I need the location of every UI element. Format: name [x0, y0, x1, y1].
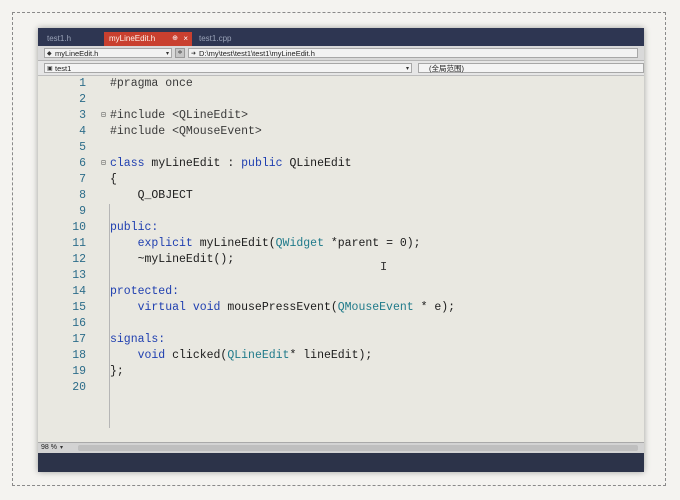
code-line: 18 void clicked(QLineEdit* lineEdit);	[38, 348, 644, 364]
code-line: 1 #pragma once	[38, 76, 644, 92]
code-text: signals:	[110, 333, 166, 346]
project-icon: ▣	[47, 66, 53, 72]
code-text: {	[110, 173, 117, 186]
line-number: 13	[72, 269, 86, 282]
project-select[interactable]: ▣ test1 ▾	[44, 63, 412, 73]
chevron-down-icon[interactable]: ▾	[60, 443, 63, 453]
code-line: 8 Q_OBJECT	[38, 188, 644, 204]
code-text: #pragma once	[110, 77, 193, 90]
line-number: 9	[79, 205, 86, 218]
line-number: 19	[72, 365, 86, 378]
code-text: ~myLineEdit();	[110, 253, 235, 266]
arrow-right-icon: ➜	[191, 51, 197, 57]
code-text: void clicked(QLineEdit* lineEdit);	[110, 349, 373, 362]
code-line: 19 };	[38, 364, 644, 380]
code-line: 13	[38, 268, 644, 284]
code-line: 10 public:	[38, 220, 644, 236]
path-select[interactable]: ➜ D:\my\test\test1\test1\myLineEdit.h	[188, 48, 638, 58]
code-editor[interactable]: 1 #pragma once 2 3 ⊟ #include <QLineEdit…	[38, 76, 644, 442]
tab-mylineedit-h[interactable]: myLineEdit.h ⊕ ×	[104, 32, 192, 46]
fold-icon[interactable]: ⊟	[101, 156, 106, 172]
code-line: 17 signals:	[38, 332, 644, 348]
line-number: 12	[72, 253, 86, 266]
line-number: 18	[72, 349, 86, 362]
line-number: 11	[72, 237, 86, 250]
code-line: 6 ⊟ class myLineEdit : public QLineEdit	[38, 156, 644, 172]
line-number: 20	[72, 381, 86, 394]
code-text: };	[110, 365, 124, 378]
code-text: explicit myLineEdit(QWidget *parent = 0)…	[110, 237, 421, 250]
zoom-level[interactable]: 98 %	[41, 443, 57, 453]
code-text: #include <QLineEdit>	[110, 109, 249, 122]
scope-bar: ▣ test1 ▾ (全局范围)	[38, 61, 644, 76]
file-select[interactable]: ◆ myLineEdit.h ▾	[44, 48, 172, 58]
fold-icon[interactable]: ⊟	[101, 108, 106, 124]
ibeam-cursor-icon: I	[380, 260, 388, 274]
code-text: class myLineEdit : public QLineEdit	[110, 157, 352, 170]
split-icon[interactable]: ≑	[175, 48, 185, 58]
tab-label: test1.cpp	[199, 34, 232, 43]
line-number: 17	[72, 333, 86, 346]
document-tab-bar: test1.h myLineEdit.h ⊕ × test1.cpp	[38, 28, 644, 46]
bottom-panel	[38, 453, 644, 472]
code-line: 20	[38, 380, 644, 396]
tab-label: myLineEdit.h	[109, 34, 156, 43]
code-line: 4 #include <QMouseEvent>	[38, 124, 644, 140]
code-text: virtual void mousePressEvent(QMouseEvent…	[110, 301, 456, 314]
code-text: public:	[110, 221, 159, 234]
code-text: #include <QMouseEvent>	[110, 125, 262, 138]
code-line: 2	[38, 92, 644, 108]
chevron-down-icon: ▾	[165, 51, 169, 57]
tab-test1-h[interactable]: test1.h	[42, 32, 102, 46]
line-number: 15	[72, 301, 86, 314]
scope-select[interactable]: (全局范围)	[418, 63, 644, 73]
code-line: 9	[38, 204, 644, 220]
close-icon[interactable]: ×	[183, 32, 188, 46]
line-number: 16	[72, 317, 86, 330]
line-number: 3	[79, 109, 86, 122]
code-line: 5	[38, 140, 644, 156]
tab-test1-cpp[interactable]: test1.cpp	[194, 32, 254, 46]
line-number: 5	[79, 141, 86, 154]
code-line: 7 {	[38, 172, 644, 188]
editor-status-bar: 98 % ▾	[38, 442, 644, 453]
line-number: 1	[79, 77, 86, 90]
navigation-bar: ◆ myLineEdit.h ▾ ≑ ➜ D:\my\test\test1\te…	[38, 46, 644, 61]
file-icon: ◆	[47, 51, 52, 57]
line-number: 7	[79, 173, 86, 186]
ide-window: test1.h myLineEdit.h ⊕ × test1.cpp ◆ myL…	[38, 28, 644, 472]
code-line: 15 virtual void mousePressEvent(QMouseEv…	[38, 300, 644, 316]
line-number: 6	[79, 157, 86, 170]
line-number: 2	[79, 93, 86, 106]
code-line: 11 explicit myLineEdit(QWidget *parent =…	[38, 236, 644, 252]
code-text: protected:	[110, 285, 180, 298]
code-text: Q_OBJECT	[110, 189, 193, 202]
horizontal-scrollbar[interactable]	[78, 445, 638, 451]
code-line: 14 protected:	[38, 284, 644, 300]
code-line: 3 ⊟ #include <QLineEdit>	[38, 108, 644, 124]
line-number: 10	[72, 221, 86, 234]
code-line: 12 ~myLineEdit();	[38, 252, 644, 268]
line-number: 8	[79, 189, 86, 202]
line-number: 14	[72, 285, 86, 298]
code-line: 16	[38, 316, 644, 332]
chevron-down-icon: ▾	[405, 66, 409, 72]
pin-icon[interactable]: ⊕	[172, 32, 178, 46]
line-number: 4	[79, 125, 86, 138]
tab-label: test1.h	[47, 34, 72, 43]
